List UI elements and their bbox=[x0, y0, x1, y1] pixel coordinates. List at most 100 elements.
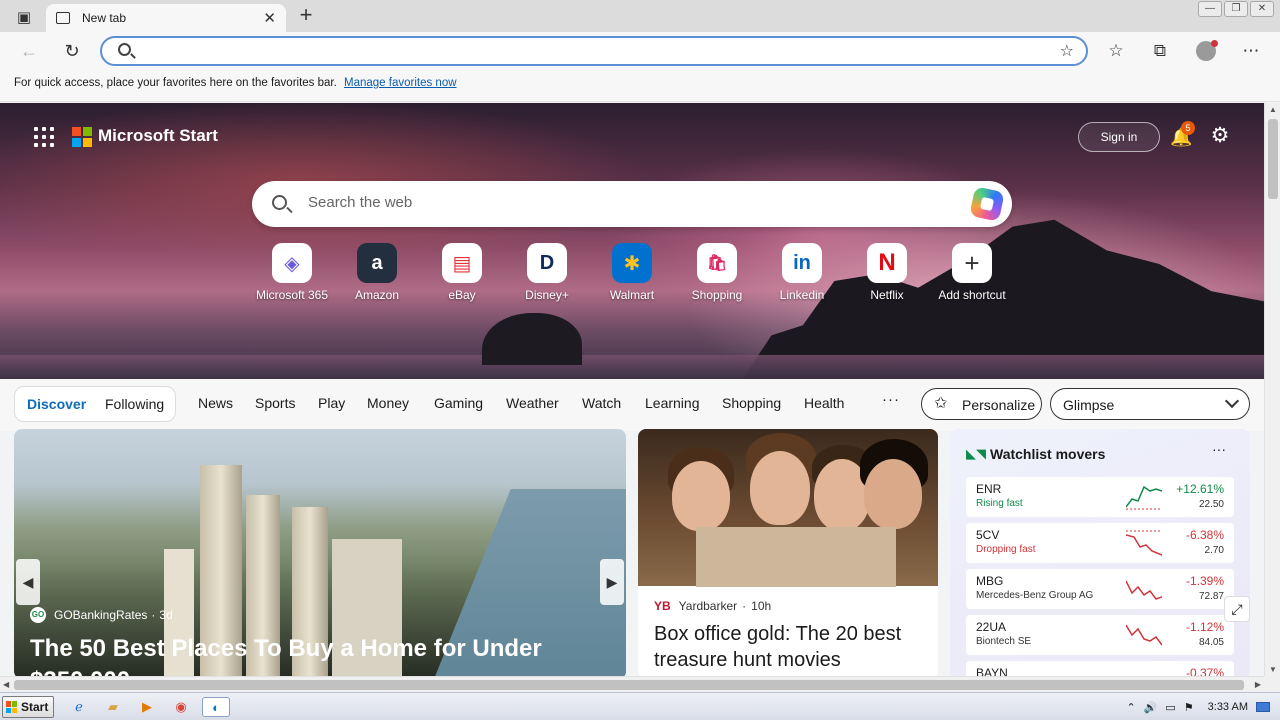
tab-following[interactable]: Following bbox=[105, 396, 164, 412]
restore-button[interactable]: ❐ bbox=[1224, 1, 1248, 17]
scroll-left-icon[interactable]: ◀ bbox=[3, 680, 9, 689]
watchlist-row[interactable]: ENR Rising fast +12.61% 22.50 bbox=[966, 477, 1234, 517]
watchlist-more-icon[interactable]: ··· bbox=[1212, 441, 1226, 457]
watchlist-title[interactable]: Watchlist movers bbox=[990, 446, 1105, 462]
watchlist-row[interactable]: BAYN -0.37% bbox=[966, 661, 1234, 676]
manage-favorites-link[interactable]: Manage favorites now bbox=[344, 77, 457, 89]
secondary-story-card[interactable]: YB Yardbarker · 10h Box office gold: The… bbox=[638, 429, 938, 676]
refresh-button[interactable]: ↻ bbox=[61, 40, 83, 62]
shortcut-add[interactable]: + Add shortcut bbox=[931, 243, 1013, 302]
settings-more-icon[interactable]: ⋯ bbox=[1240, 40, 1262, 62]
media-player-icon[interactable]: ▶ bbox=[136, 697, 158, 717]
watchlist-row[interactable]: 5CV Dropping fast -6.38% 2.70 bbox=[966, 523, 1234, 563]
start-label: Start bbox=[21, 700, 49, 714]
source-name: Yardbarker bbox=[678, 599, 738, 613]
tab-new-tab[interactable]: New tab ✕ bbox=[46, 4, 286, 32]
nav-gaming[interactable]: Gaming bbox=[434, 395, 483, 411]
web-search-input[interactable]: Search the web bbox=[308, 194, 412, 211]
watchlist-row[interactable]: MBG Mercedes-Benz Group AG -1.39% 72.87 bbox=[966, 569, 1234, 609]
collections-icon[interactable]: ⧉ bbox=[1149, 40, 1171, 62]
shortcut-label: Linkedin bbox=[779, 288, 825, 302]
nav-weather[interactable]: Weather bbox=[506, 395, 559, 411]
chrome-icon[interactable]: ◉ bbox=[170, 697, 192, 717]
carousel-next-button[interactable]: ▶ bbox=[600, 559, 624, 605]
system-tray: ⌃ 🔊 ▭ ⚑ 3:33 AM bbox=[1126, 695, 1280, 719]
feed-layout-select[interactable]: Glimpse bbox=[1050, 388, 1250, 420]
new-tab-button[interactable]: + bbox=[294, 4, 318, 28]
vertical-scrollbar[interactable]: ▲ ▼ bbox=[1264, 103, 1280, 676]
favorites-bar: For quick access, place your favorites h… bbox=[0, 70, 1280, 102]
shortcut-disney-plus[interactable]: D Disney+ bbox=[506, 243, 588, 302]
profile-avatar[interactable] bbox=[1196, 40, 1218, 61]
ticker-status: Rising fast bbox=[976, 498, 1023, 509]
shortcut-netflix[interactable]: N Netflix bbox=[846, 243, 928, 302]
page-settings-gear-icon[interactable]: ⚙ bbox=[1208, 124, 1232, 148]
shortcut-ebay[interactable]: ▤ eBay bbox=[421, 243, 503, 302]
story-headline[interactable]: The 50 Best Places To Buy a Home for Und… bbox=[30, 633, 620, 676]
shortcut-shopping[interactable]: 🛍 Shopping bbox=[676, 243, 758, 302]
microsoft-logo-icon bbox=[72, 127, 92, 147]
favorites-icon[interactable]: ☆ bbox=[1105, 40, 1127, 62]
story-headline[interactable]: Box office gold: The 20 best treasure hu… bbox=[654, 621, 924, 673]
scrollbar-thumb[interactable] bbox=[1268, 119, 1278, 199]
nav-more-icon[interactable]: ··· bbox=[882, 391, 900, 408]
back-button[interactable]: ← bbox=[18, 40, 40, 62]
edge-icon[interactable]: ◐ bbox=[202, 697, 230, 717]
tab-discover[interactable]: Discover bbox=[27, 396, 86, 412]
shortcut-linkedin[interactable]: in Linkedin bbox=[761, 243, 843, 302]
copilot-icon[interactable] bbox=[969, 186, 1005, 222]
action-center-flag-icon[interactable]: ⚑ bbox=[1184, 701, 1194, 714]
nav-play[interactable]: Play bbox=[318, 395, 345, 411]
horizontal-scrollbar[interactable]: ◀ ▶ bbox=[0, 676, 1264, 692]
minimize-button[interactable]: — bbox=[1198, 1, 1222, 17]
network-icon[interactable]: ▭ bbox=[1165, 701, 1175, 714]
personalize-button[interactable]: ✩ Personalize bbox=[921, 388, 1042, 420]
internet-explorer-icon[interactable]: ℯ bbox=[68, 697, 90, 717]
shortcut-label: Disney+ bbox=[525, 288, 569, 302]
web-search-box[interactable]: Search the web bbox=[252, 181, 1012, 227]
start-button[interactable]: Start bbox=[2, 696, 54, 718]
watchlist-row[interactable]: 22UA Biontech SE -1.12% 84.05 bbox=[966, 615, 1234, 655]
add-favorite-icon[interactable]: ☆ bbox=[1060, 41, 1074, 61]
ticker-symbol: 22UA bbox=[976, 620, 1007, 634]
nav-news[interactable]: News bbox=[198, 395, 233, 411]
volume-icon[interactable]: 🔊 bbox=[1144, 701, 1158, 714]
sparkline-down bbox=[1126, 624, 1162, 646]
nav-shopping[interactable]: Shopping bbox=[722, 395, 781, 411]
expand-icon[interactable]: ⤢ bbox=[1224, 596, 1250, 622]
shortcut-label: Add shortcut bbox=[938, 288, 1006, 302]
nav-sports[interactable]: Sports bbox=[255, 395, 295, 411]
sparkline-down bbox=[1126, 530, 1162, 556]
scroll-right-icon[interactable]: ▶ bbox=[1255, 680, 1261, 689]
nav-health[interactable]: Health bbox=[804, 395, 844, 411]
address-bar[interactable]: ☆ bbox=[100, 36, 1088, 66]
close-window-button[interactable]: ✕ bbox=[1250, 1, 1274, 17]
scroll-up-icon[interactable]: ▲ bbox=[1269, 105, 1277, 114]
tray-expand-icon[interactable]: ⌃ bbox=[1126, 701, 1135, 714]
sparkline-down bbox=[1126, 580, 1162, 600]
shortcut-microsoft-365[interactable]: ◈ Microsoft 365 bbox=[251, 243, 333, 302]
tab-title: New tab bbox=[82, 11, 127, 25]
shortcut-amazon[interactable]: a Amazon bbox=[336, 243, 418, 302]
show-desktop-icon[interactable] bbox=[1256, 702, 1270, 712]
nav-money[interactable]: Money bbox=[367, 395, 409, 411]
shortcuts-row: ◈ Microsoft 365 a Amazon ▤ eBay D Disney… bbox=[252, 243, 1012, 307]
scrollbar-thumb[interactable] bbox=[14, 680, 1244, 690]
brand-title[interactable]: Microsoft Start bbox=[98, 126, 218, 146]
nav-watch[interactable]: Watch bbox=[582, 395, 621, 411]
carousel-prev-button[interactable]: ◀ bbox=[16, 559, 40, 605]
file-explorer-icon[interactable]: ▰ bbox=[102, 697, 124, 717]
sign-in-button[interactable]: Sign in bbox=[1078, 122, 1160, 152]
tab-actions-icon[interactable]: ▣ bbox=[8, 6, 40, 28]
shortcut-label: Amazon bbox=[354, 288, 400, 302]
tab-close-icon[interactable]: ✕ bbox=[263, 9, 276, 27]
nav-learning[interactable]: Learning bbox=[645, 395, 700, 411]
search-icon bbox=[118, 43, 131, 56]
app-launcher-icon[interactable] bbox=[34, 127, 54, 147]
scroll-down-icon[interactable]: ▼ bbox=[1269, 665, 1277, 674]
clock[interactable]: 3:33 AM bbox=[1208, 701, 1248, 713]
main-story-card[interactable]: ◀ ▶ GO GOBankingRates · 3d The 50 Best P… bbox=[14, 429, 626, 676]
ticker-symbol: MBG bbox=[976, 574, 1004, 588]
shortcut-walmart[interactable]: ✱ Walmart bbox=[591, 243, 673, 302]
amazon-icon: a bbox=[357, 243, 397, 283]
